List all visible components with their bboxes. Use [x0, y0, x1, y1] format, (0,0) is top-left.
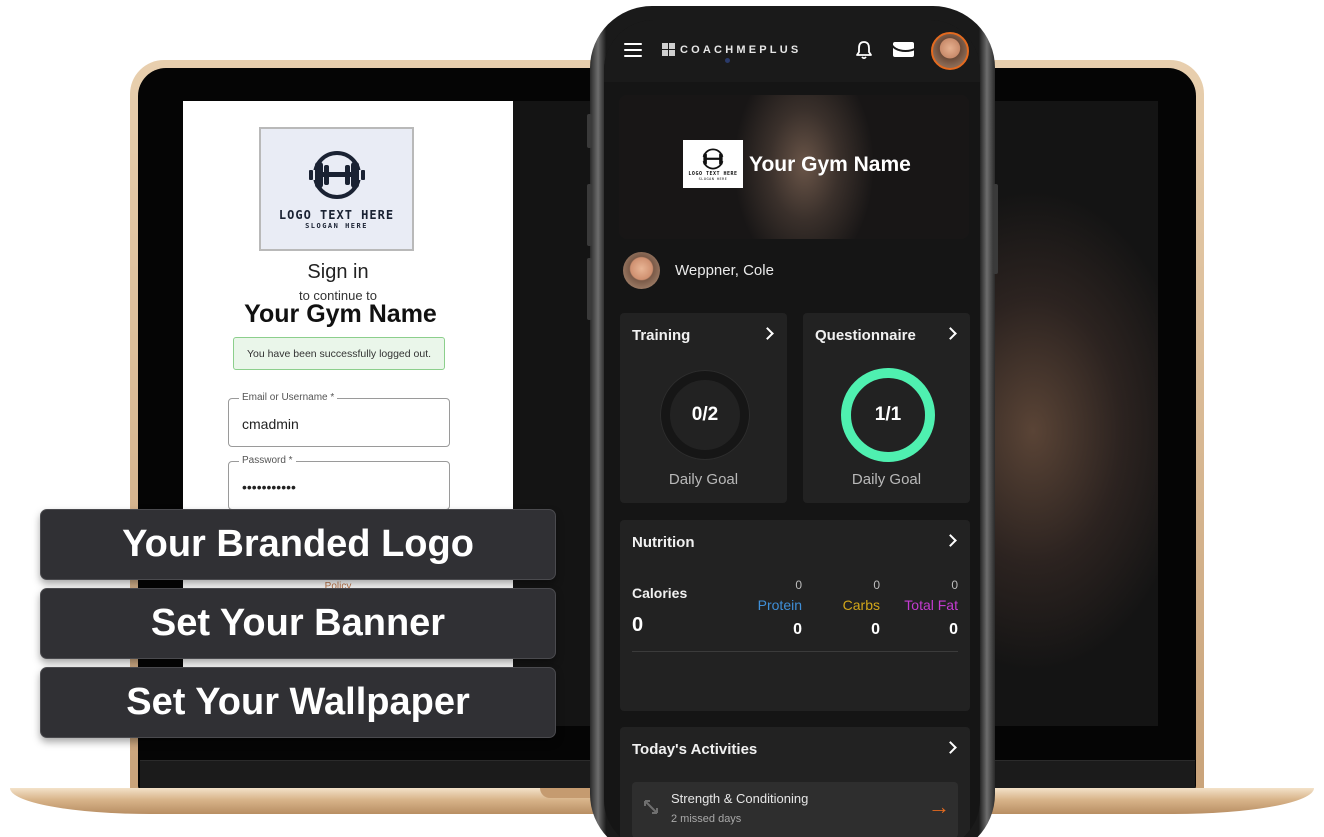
app-header: COACHMEPLUS: [604, 20, 980, 82]
carbs-value: 0: [871, 621, 880, 638]
user-avatar: [623, 252, 660, 289]
logo-text: LOGO TEXT HERE: [278, 208, 395, 222]
chevron-right-icon[interactable]: [761, 327, 774, 340]
password-field-value[interactable]: •••••••••••: [242, 479, 296, 495]
fat-label: Total Fat: [904, 597, 958, 613]
questionnaire-value: 1/1: [874, 404, 902, 425]
questionnaire-card[interactable]: Questionnaire 1/1 Daily Goal: [803, 313, 970, 503]
training-card[interactable]: Training 0/2 Daily Goal: [620, 313, 787, 503]
phone-volume-up-button: [587, 184, 592, 246]
nutrition-divider: [632, 651, 958, 652]
questionnaire-goal-label: Daily Goal: [851, 471, 922, 488]
dumbbell-icon: [702, 148, 724, 170]
activity-item[interactable]: Strength & Conditioning 2 missed days →: [632, 782, 958, 837]
activity-title: Strength & Conditioning: [671, 791, 809, 806]
protein-value: 0: [793, 621, 802, 638]
chevron-right-icon[interactable]: [944, 327, 957, 340]
email-field-label: Email or Username *: [239, 392, 338, 403]
user-row[interactable]: Weppner, Cole: [623, 252, 774, 289]
phone-mute-button: [587, 114, 592, 148]
protein-label: Protein: [757, 597, 802, 613]
email-field-value[interactable]: cmadmin: [242, 416, 299, 432]
expand-arrows-icon: [644, 800, 658, 814]
training-value: 0/2: [691, 404, 719, 425]
banner-logo: LOGO TEXT HERE SLOGAN HERE: [683, 140, 743, 188]
brand-name: COACHMEPLUS: [680, 43, 802, 56]
chevron-right-icon[interactable]: [944, 741, 957, 754]
callout-branded-logo: Your Branded Logo: [40, 509, 556, 580]
callout-set-wallpaper: Set Your Wallpaper: [40, 667, 556, 738]
activities-card[interactable]: Today's Activities Strength & Conditioni…: [620, 727, 970, 837]
training-goal-label: Daily Goal: [668, 471, 739, 488]
signin-gym-name: Your Gym Name: [244, 300, 437, 328]
nutrition-title: Nutrition: [632, 534, 695, 551]
email-field[interactable]: Email or Username * cmadmin: [228, 392, 450, 447]
marketing-stage: LOGO TEXT HERE SLOGAN HERE Sign in to co…: [0, 0, 1324, 837]
app-brand: COACHMEPLUS: [662, 43, 801, 56]
questionnaire-progress-ring: 1/1: [840, 367, 936, 463]
camera-dot: [725, 58, 730, 63]
bell-icon[interactable]: [855, 40, 873, 60]
phone-volume-down-button: [587, 258, 592, 320]
activities-title: Today's Activities: [632, 741, 758, 758]
protein-target: 0: [795, 578, 802, 592]
nutrition-card[interactable]: Nutrition Calories 0 0 Protein 0 0 Carbs…: [620, 520, 970, 711]
chevron-right-icon[interactable]: [944, 534, 957, 547]
calories-label: Calories: [632, 585, 688, 601]
carbs-target: 0: [873, 578, 880, 592]
logo-slogan: SLOGAN HERE: [305, 222, 368, 230]
fat-target: 0: [951, 578, 958, 592]
brand-logo: LOGO TEXT HERE SLOGAN HERE: [259, 127, 414, 251]
password-field-label: Password *: [239, 455, 296, 466]
signin-title: Sign in: [307, 261, 369, 283]
password-field[interactable]: Password * •••••••••••: [228, 455, 450, 510]
arrow-right-icon[interactable]: →: [928, 794, 950, 820]
activity-subtitle: 2 missed days: [671, 813, 742, 825]
logout-message: You have been successfully logged out.: [233, 337, 445, 370]
phone-power-button: [993, 184, 998, 274]
gym-banner: LOGO TEXT HERE SLOGAN HERE Your Gym Name: [619, 95, 969, 239]
profile-avatar[interactable]: [931, 32, 969, 70]
phone-screen: COACHMEPLUS LOGO TEXT HERE SLOGAN HERE Y…: [604, 20, 980, 837]
banner-gym-name: Your Gym Name: [749, 153, 911, 176]
hamburger-menu-icon[interactable]: [624, 43, 642, 57]
user-name: Weppner, Cole: [675, 262, 774, 279]
fat-value: 0: [949, 621, 958, 638]
training-title: Training: [632, 327, 691, 344]
calories-value: 0: [632, 614, 644, 636]
callout-set-banner: Set Your Banner: [40, 588, 556, 659]
dumbbell-icon: [308, 151, 365, 199]
questionnaire-title: Questionnaire: [815, 327, 916, 344]
training-progress-ring: 0/2: [657, 367, 753, 463]
carbs-label: Carbs: [842, 597, 880, 613]
mail-icon[interactable]: [893, 42, 914, 57]
banner-logo-slogan: SLOGAN HERE: [698, 177, 728, 181]
brand-mark-icon: [662, 43, 675, 56]
